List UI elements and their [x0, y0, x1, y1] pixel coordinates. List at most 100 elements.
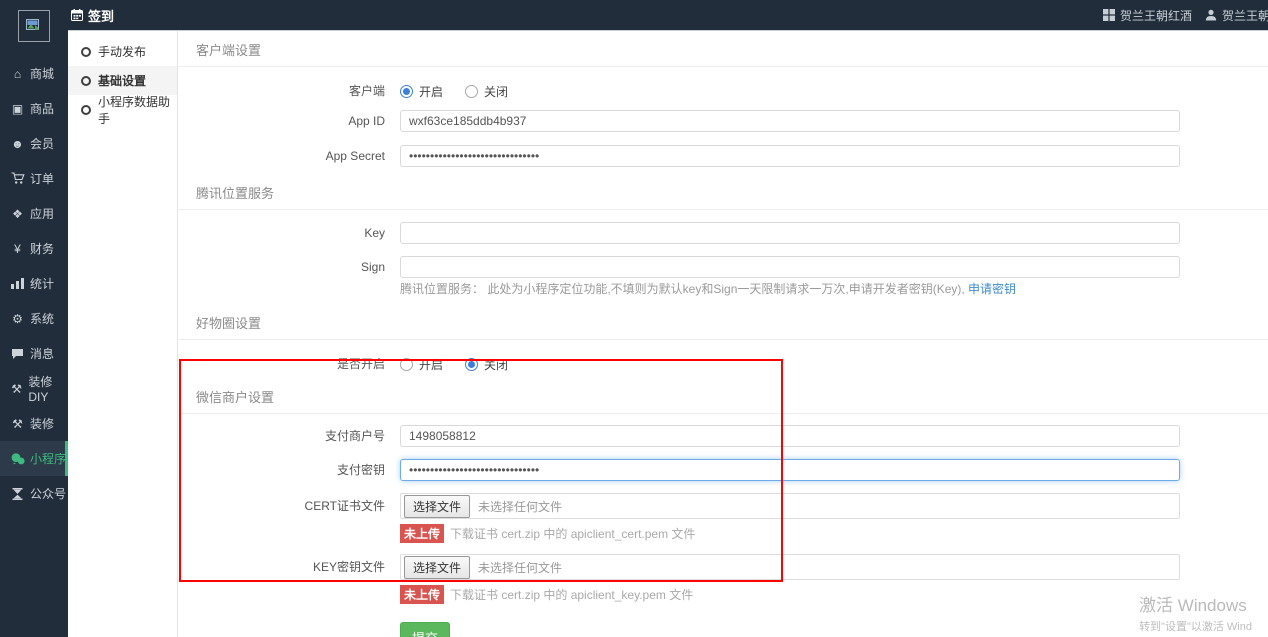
location-key-input[interactable]	[400, 222, 1180, 244]
sidebar-item-label: 会员	[30, 135, 54, 152]
main-sidebar: ⌂商城 ▣商品 ☻会员 订单 ❖应用 ¥财务 统计 ⚙系统 消息 ⚒装修DIY …	[0, 0, 68, 637]
grid-icon	[1103, 9, 1115, 21]
goods-icon: ▣	[9, 102, 26, 116]
submenu-item-data-assistant[interactable]: 小程序数据助手	[68, 95, 177, 124]
circle-icon	[81, 76, 91, 86]
sidebar-item-finance[interactable]: ¥ 财务	[0, 231, 68, 266]
sidebar-item-label: 小程序	[30, 450, 66, 467]
sidebar-item-members[interactable]: ☻ 会员	[0, 126, 68, 161]
sidebar-item-label: 商品	[30, 100, 54, 117]
watermark-line1: 激活 Windows	[1139, 591, 1252, 616]
circle-on-radio[interactable]	[400, 358, 413, 371]
gavel-icon: ⚒	[9, 417, 26, 431]
client-on-radio[interactable]	[400, 85, 413, 98]
field-label: 支付密钥	[179, 459, 400, 481]
location-key-row: Key	[179, 222, 1268, 244]
sidebar-item-label: 财务	[30, 240, 54, 257]
app-id-input[interactable]	[400, 110, 1180, 132]
submenu-item-basic-settings[interactable]: 基础设置	[68, 66, 177, 95]
field-label: 是否开启	[179, 353, 400, 375]
sidebar-item-label: 统计	[30, 275, 54, 292]
sidebar-item-apps[interactable]: ❖ 应用	[0, 196, 68, 231]
store-name: 贺兰王朝红酒	[1120, 7, 1192, 24]
key-file-input[interactable]: 选择文件 未选择任何文件	[400, 554, 1180, 580]
comment-icon	[9, 348, 26, 360]
store-switcher[interactable]: 贺兰王朝红酒	[1103, 0, 1192, 30]
location-sign-input[interactable]	[400, 256, 1180, 278]
key-file-row: KEY密钥文件 选择文件 未选择任何文件 未上传 下载证书 cert.zip 中…	[179, 554, 1268, 604]
field-label: Sign	[179, 256, 400, 278]
sidebar-item-messages[interactable]: 消息	[0, 336, 68, 371]
cert-file-input[interactable]: 选择文件 未选择任何文件	[400, 493, 1180, 519]
broken-image-icon	[26, 19, 42, 33]
sidebar-item-orders[interactable]: 订单	[0, 161, 68, 196]
user-name: 贺兰王朝红酒	[1222, 7, 1268, 24]
pay-key-input[interactable]	[400, 459, 1180, 481]
calendar-icon	[71, 9, 83, 21]
cert-file-row: CERT证书文件 选择文件 未选择任何文件 未上传 下载证书 cert.zip …	[179, 493, 1268, 543]
circle-icon	[81, 47, 91, 57]
page-title: 签到	[71, 0, 114, 30]
client-toggle-row: 客户端 开启 关闭	[179, 80, 1268, 102]
field-label: CERT证书文件	[179, 493, 400, 519]
user-icon	[1205, 9, 1217, 21]
mch-id-input[interactable]	[400, 425, 1180, 447]
sidebar-item-miniprogram[interactable]: 小程序	[0, 441, 68, 476]
submit-button[interactable]: 提交	[400, 622, 450, 637]
submenu-item-label: 手动发布	[98, 43, 146, 60]
sidebar-item-official-account[interactable]: 公众号	[0, 476, 68, 511]
circle-off-radio[interactable]	[465, 358, 478, 371]
stats-icon	[9, 278, 26, 289]
location-help-text: 腾讯位置服务： 此处为小程序定位功能,不填则为默认key和Sign一天限制请求一…	[400, 282, 1268, 297]
windows-watermark: 激活 Windows 转到"设置"以激活 Wind	[1139, 591, 1252, 634]
sidebar-item-label: 订单	[30, 170, 54, 187]
circle-toggle-row: 是否开启 开启 关闭	[179, 353, 1268, 375]
sidebar-item-mall[interactable]: ⌂商城	[0, 56, 68, 91]
choose-file-button[interactable]: 选择文件	[404, 556, 470, 579]
hourglass-icon	[9, 488, 26, 500]
apps-icon: ❖	[9, 207, 26, 221]
apply-key-link[interactable]: 申请密钥	[968, 282, 1016, 296]
sidebar-item-decorate[interactable]: ⚒ 装修	[0, 406, 68, 441]
gears-icon: ⚙	[9, 312, 26, 326]
user-menu[interactable]: 贺兰王朝红酒	[1205, 0, 1268, 30]
sidebar-item-label: 系统	[30, 310, 54, 327]
radio-label: 关闭	[484, 356, 508, 373]
sidebar-nav: ⌂商城 ▣商品 ☻会员 订单 ❖应用 ¥财务 统计 ⚙系统 消息 ⚒装修DIY …	[0, 56, 68, 511]
sidebar-item-label: 应用	[30, 205, 54, 222]
no-file-text: 未选择任何文件	[478, 498, 562, 515]
section-title-merchant: 微信商户设置	[179, 375, 1268, 414]
radio-label: 开启	[419, 83, 443, 100]
app-id-row: App ID	[179, 110, 1268, 132]
sidebar-item-system[interactable]: ⚙ 系统	[0, 301, 68, 336]
section-title-location: 腾讯位置服务	[179, 167, 1268, 210]
location-sign-row: Sign 腾讯位置服务： 此处为小程序定位功能,不填则为默认key和Sign一天…	[179, 256, 1268, 297]
client-off-radio[interactable]	[465, 85, 478, 98]
submenu-panel: 手动发布 基础设置 小程序数据助手	[68, 31, 178, 637]
finance-icon: ¥	[9, 242, 26, 256]
sidebar-item-stats[interactable]: 统计	[0, 266, 68, 301]
members-icon: ☻	[9, 137, 26, 151]
settings-form: 客户端设置 客户端 开启 关闭 App ID App Secret 腾讯位置服务…	[179, 31, 1268, 637]
choose-file-button[interactable]: 选择文件	[404, 495, 470, 518]
app-logo[interactable]	[18, 10, 50, 42]
sidebar-item-goods[interactable]: ▣ 商品	[0, 91, 68, 126]
sidebar-item-label: 装修	[30, 415, 54, 432]
sidebar-item-decorate-diy[interactable]: ⚒ 装修DIY	[0, 371, 68, 406]
gavel-icon: ⚒	[9, 382, 24, 396]
field-label: KEY密钥文件	[179, 554, 400, 580]
submenu-item-manual-publish[interactable]: 手动发布	[68, 37, 177, 66]
sidebar-item-label: 公众号	[30, 485, 66, 502]
app-secret-input[interactable]	[400, 145, 1180, 167]
no-file-text: 未选择任何文件	[478, 559, 562, 576]
sidebar-item-label: 商城	[30, 65, 54, 82]
sidebar-item-label: 装修DIY	[28, 373, 68, 404]
submenu-item-label: 小程序数据助手	[98, 93, 177, 127]
field-label: App Secret	[179, 145, 400, 167]
not-uploaded-badge: 未上传	[400, 524, 444, 543]
cert-hint-text: 下载证书 cert.zip 中的 apiclient_cert.pem 文件	[450, 525, 695, 542]
section-title-circle: 好物圈设置	[179, 297, 1268, 340]
help-text: 腾讯位置服务： 此处为小程序定位功能,不填则为默认key和Sign一天限制请求一…	[400, 282, 968, 296]
circle-icon	[81, 105, 91, 115]
sidebar-item-label: 消息	[30, 345, 54, 362]
